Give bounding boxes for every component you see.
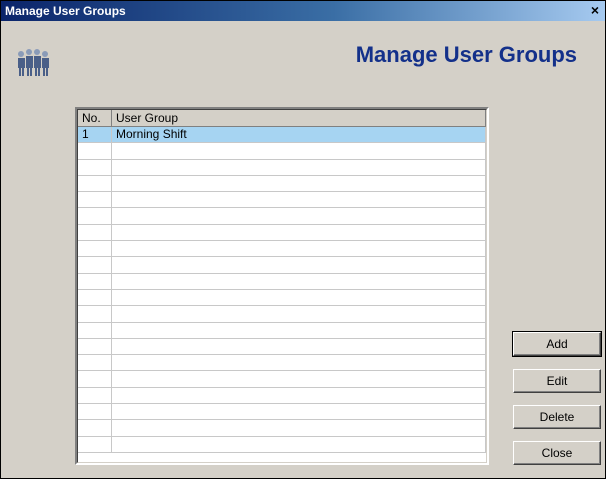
cell-user-group	[112, 322, 486, 338]
close-button[interactable]: Close	[513, 441, 601, 465]
table-row[interactable]	[78, 420, 486, 437]
cell-no	[78, 224, 112, 241]
cell-user-group	[112, 224, 486, 241]
cell-user-group	[112, 420, 486, 436]
add-button[interactable]: Add	[512, 331, 602, 357]
cell-no	[78, 404, 112, 420]
cell-user-group	[112, 371, 486, 387]
cell-user-group	[112, 143, 486, 159]
cell-no	[78, 175, 112, 192]
cell-user-group	[112, 175, 486, 192]
title-bar[interactable]: Manage User Groups ×	[1, 1, 605, 21]
cell-no: 1	[78, 127, 112, 143]
cell-no	[78, 355, 112, 371]
window-title: Manage User Groups	[5, 4, 126, 18]
cell-user-group	[112, 208, 486, 224]
table-row[interactable]	[78, 175, 486, 193]
delete-button[interactable]: Delete	[513, 405, 601, 429]
cell-user-group	[112, 404, 486, 420]
cell-no	[78, 192, 112, 208]
table-row[interactable]	[78, 143, 486, 160]
cell-no	[78, 208, 112, 224]
cell-no	[78, 387, 112, 404]
cell-no	[78, 257, 112, 273]
table-row[interactable]	[78, 289, 486, 307]
table-row[interactable]	[78, 273, 486, 290]
cell-no	[78, 338, 112, 355]
cell-user-group	[112, 273, 486, 289]
table-row[interactable]	[78, 257, 486, 274]
table-row[interactable]: 1 Morning Shift	[78, 127, 486, 144]
users-group-icon	[18, 49, 49, 76]
cell-user-group	[112, 387, 486, 404]
cell-no	[78, 143, 112, 159]
table-row[interactable]	[78, 404, 486, 421]
table-row[interactable]	[78, 192, 486, 209]
column-header-no[interactable]: No.	[78, 110, 112, 126]
cell-user-group	[112, 289, 486, 306]
table-row[interactable]	[78, 208, 486, 225]
column-header-user-group[interactable]: User Group	[112, 110, 486, 126]
edit-button[interactable]: Edit	[513, 369, 601, 393]
cell-no	[78, 322, 112, 338]
cell-user-group	[112, 306, 486, 322]
table-row[interactable]	[78, 436, 486, 453]
cell-user-group	[112, 241, 486, 257]
cell-user-group	[112, 159, 486, 175]
cell-no	[78, 241, 112, 257]
table-row[interactable]	[78, 322, 486, 339]
table-row[interactable]	[78, 224, 486, 242]
page-title: Manage User Groups	[355, 42, 577, 67]
user-groups-table[interactable]: No. User Group 1 Morning Shift	[75, 107, 489, 465]
cell-user-group: Morning Shift	[112, 127, 486, 143]
cell-user-group	[112, 257, 486, 273]
table-row[interactable]	[78, 159, 486, 176]
cell-user-group	[112, 355, 486, 371]
table-row[interactable]	[78, 387, 486, 405]
cell-no	[78, 306, 112, 322]
table-row[interactable]	[78, 338, 486, 356]
cell-no	[78, 273, 112, 289]
table-header: No. User Group	[78, 110, 486, 127]
cell-user-group	[112, 436, 486, 452]
cell-no	[78, 159, 112, 175]
cell-no	[78, 371, 112, 387]
cell-no	[78, 289, 112, 306]
table-row[interactable]	[78, 371, 486, 388]
table-row[interactable]	[78, 355, 486, 372]
manage-user-groups-window: Manage User Groups × Manage User Groups …	[0, 0, 606, 479]
table-body: 1 Morning Shift	[78, 127, 486, 453]
cell-no	[78, 420, 112, 436]
cell-user-group	[112, 338, 486, 355]
table-row[interactable]	[78, 306, 486, 323]
cell-user-group	[112, 192, 486, 208]
close-icon[interactable]: ×	[587, 3, 603, 18]
cell-no	[78, 436, 112, 452]
table-row[interactable]	[78, 241, 486, 258]
